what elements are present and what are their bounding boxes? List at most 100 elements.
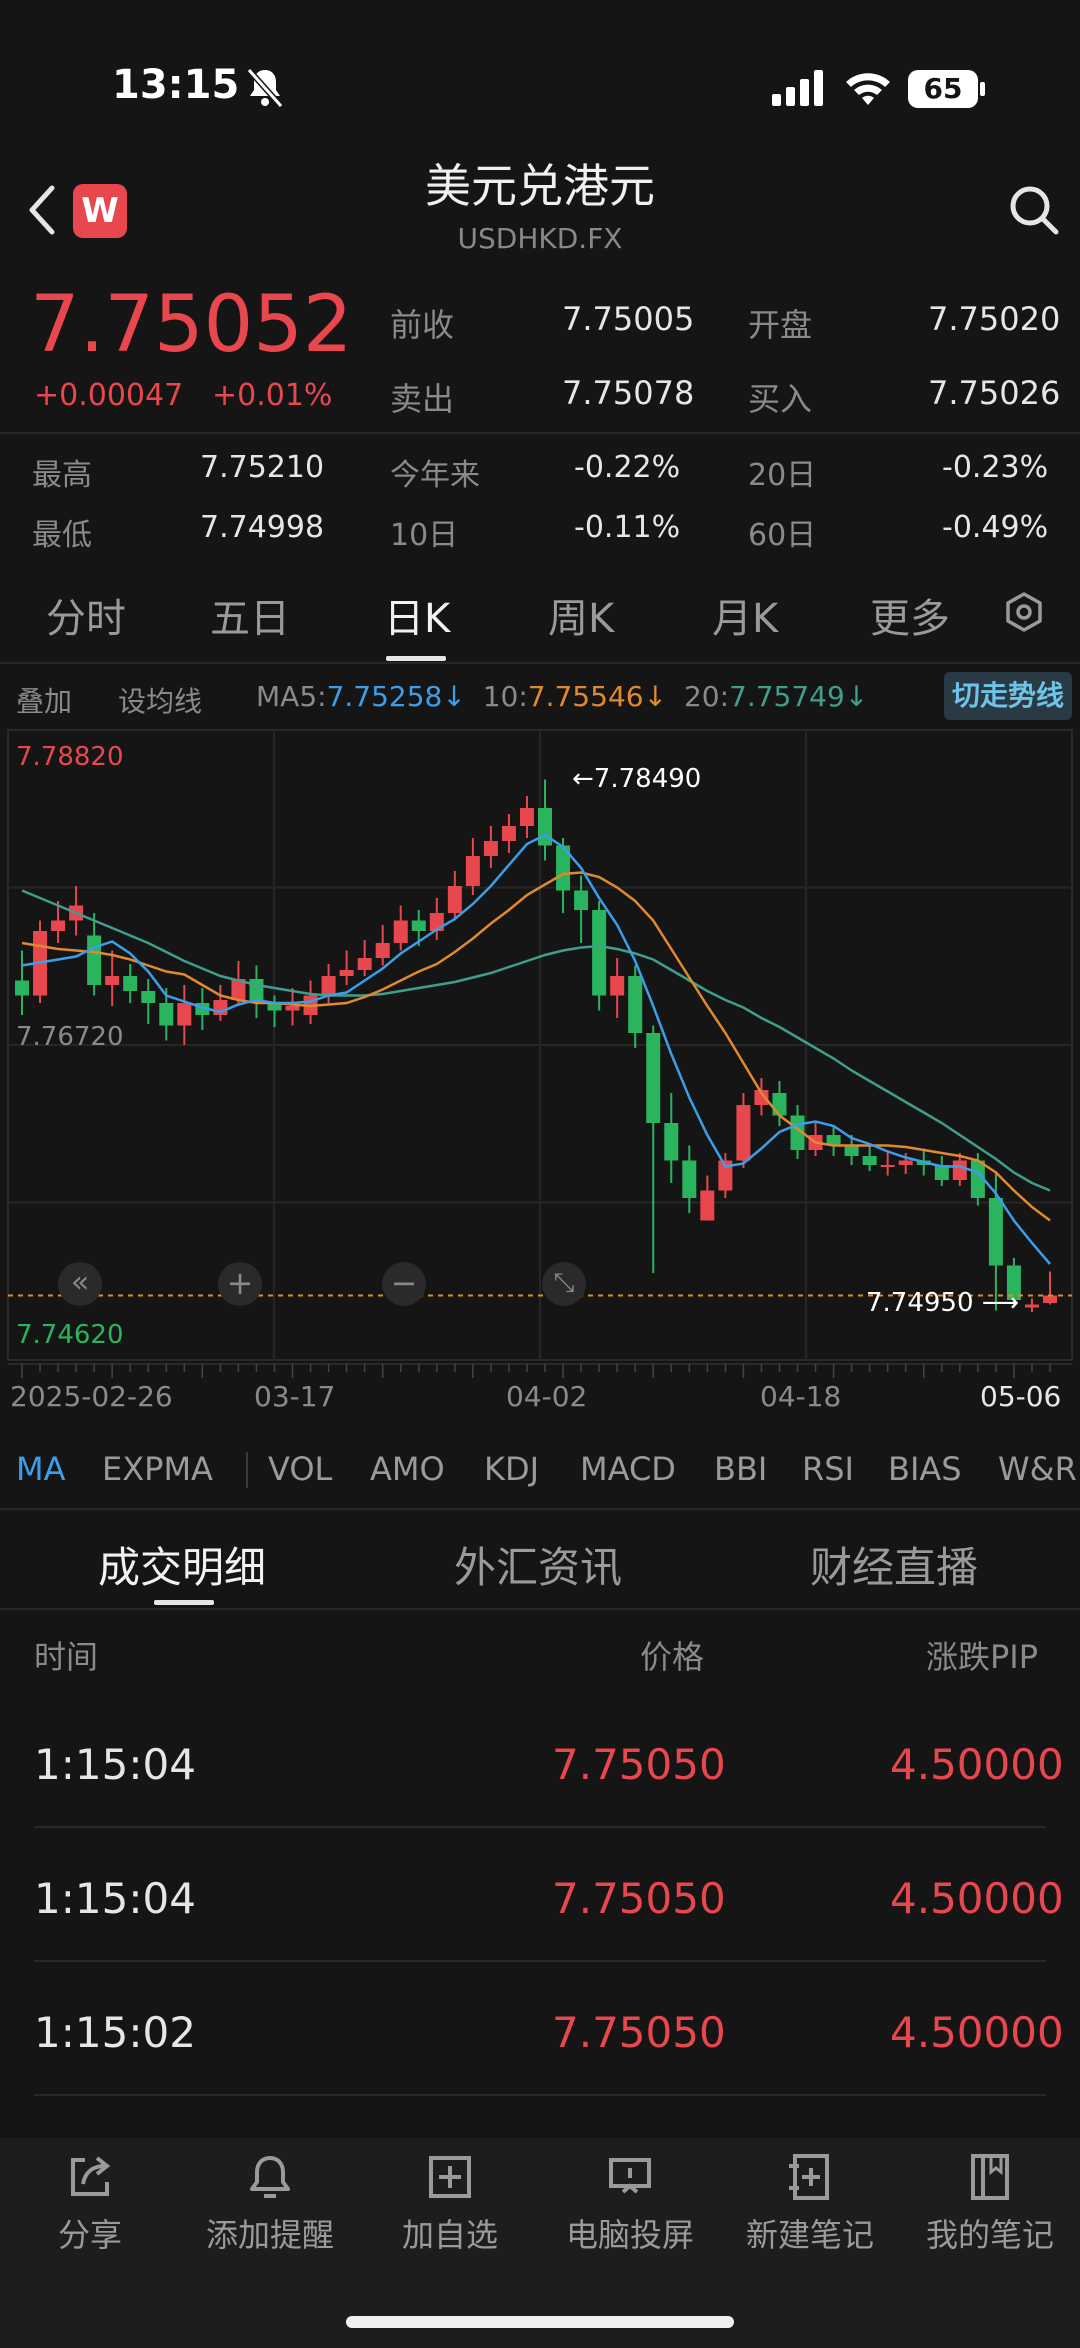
open-value: 7.75020 [928,300,1061,338]
search-icon[interactable] [1006,182,1062,238]
chart-settings-icon[interactable] [1002,590,1046,634]
overlay-button[interactable]: 叠加 [16,680,72,720]
candle-body [1024,1304,1039,1308]
table-row: 1:15:04 7.75050 4.50000 [0,1694,1080,1828]
cast-screen-button[interactable]: 电脑投屏 [540,2138,720,2288]
add-watchlist-label: 加自选 [401,2216,498,2254]
high-annotation: ←7.78490 [572,764,701,794]
indicator-vol[interactable]: VOL [268,1450,332,1488]
bottom-tabs-divider [0,1608,1080,1610]
indicator-macd[interactable]: MACD [580,1450,676,1488]
x-label-4: 05-06 [980,1380,1062,1413]
tab-five-day[interactable]: 五日 [210,586,290,644]
bid-label: 买入 [748,380,813,418]
tab-daily-k[interactable]: 日K [384,586,450,644]
zoom-in-button[interactable]: + [218,1262,262,1306]
candle-body [664,1123,679,1161]
ma5-line [21,833,1051,1265]
ask-label: 卖出 [390,380,455,418]
candle-body [375,943,390,958]
y-axis-bottom-label: 7.74620 [16,1320,124,1350]
high-annotation-value: 7.78490 [593,764,702,794]
indicator-rsi[interactable]: RSI [802,1450,854,1488]
tab-fx-news[interactable]: 外汇资讯 [454,1534,622,1595]
candle-body [592,910,607,996]
candle-body [51,920,66,931]
y-axis-top-label: 7.78820 [16,742,124,772]
share-icon [71,2156,111,2196]
x-label-0: 2025-02-26 [10,1380,173,1413]
candle-body [628,976,643,1033]
prev-close-label: 前收 [390,306,455,344]
row-time: 1:15:04 [34,1874,196,1923]
indicator-bias[interactable]: BIAS [888,1450,962,1488]
ytd-label: 今年来 [390,458,480,493]
indicator-amo[interactable]: AMO [370,1450,445,1488]
indicator-bbi[interactable]: BBI [714,1450,767,1488]
candle-body [772,1093,787,1116]
new-note-label: 新建笔记 [745,2216,874,2254]
low-value: 7.74998 [200,510,325,545]
tab-trade-details[interactable]: 成交明细 [98,1534,266,1595]
table-row: 1:15:04 7.75050 4.50000 [0,1828,1080,1962]
scroll-left-button[interactable]: « [58,1262,102,1306]
candle-body [15,980,29,996]
zoom-out-button[interactable]: − [382,1262,426,1306]
bottom-tab-underline [154,1600,214,1605]
my-notes-button[interactable]: 我的笔记 [900,2138,1080,2288]
candle-body [574,890,589,910]
candle-body [447,886,462,913]
candle-body [285,1006,300,1011]
candle-body [988,1198,1003,1266]
candle-body [880,1165,895,1167]
ma10-value: 7.75546↓ [527,680,668,713]
candle-body [465,856,480,886]
quote-divider [0,432,1080,434]
screen: { "status_bar": {"time": "13:15", "batte… [0,0,1080,2348]
share-button[interactable]: 分享 [0,2138,180,2288]
tab-monthly-k[interactable]: 月K [712,586,778,644]
high-label: 最高 [32,458,92,493]
switch-trend-button[interactable]: 切走势线 [944,672,1073,720]
ytd-value: -0.22% [574,450,681,485]
tab-intraday[interactable]: 分时 [46,586,126,644]
row-divider [34,2094,1046,2096]
my-notes-label: 我的笔记 [925,2216,1054,2254]
active-tab-underline [386,656,446,661]
add-alert-button[interactable]: 添加提醒 [180,2138,360,2288]
row-pip: 4.50000 [890,1740,1064,1789]
ma20-value: 7.75749↓ [729,680,869,713]
fullscreen-button[interactable]: ⤡ [542,1262,586,1306]
ma10-line [21,871,1051,1222]
indicator-kdj[interactable]: KDJ [484,1450,539,1488]
candle-body [862,1156,877,1165]
set-ma-button[interactable]: 设均线 [118,680,202,720]
candle-body [105,976,120,985]
candle-body [483,841,498,856]
tab-weekly-k[interactable]: 周K [548,586,614,644]
candle-body [844,1145,859,1156]
new-note-button[interactable]: 新建笔记 [720,2138,900,2288]
last-annotation: 7.74950 ⟶ [866,1288,1019,1318]
indicator-wr[interactable]: W&R [998,1450,1077,1488]
new-note-icon [789,2154,829,2200]
candle-body [501,826,516,841]
high-arrow: ← [572,764,594,794]
candle-body [141,991,156,1003]
open-label: 开盘 [748,306,813,344]
cast-screen-label: 电脑投屏 [565,2216,694,2254]
tabs-divider [0,662,1080,664]
row-time: 1:15:02 [34,2008,196,2057]
indicator-ma[interactable]: MA [16,1450,66,1488]
add-watchlist-button[interactable]: 加自选 [360,2138,540,2288]
wifi-icon [846,73,890,105]
silent-bell-icon [246,68,284,108]
indicator-expma[interactable]: EXPMA [102,1450,213,1488]
bid-value: 7.75026 [928,374,1061,412]
d60-label: 60日 [748,518,817,553]
current-price: 7.75052 [30,280,353,370]
candle-body [393,920,408,943]
ma20-label: 20: [683,680,729,713]
tab-finance-live[interactable]: 财经直播 [810,1534,978,1595]
tab-more[interactable]: 更多 [870,586,950,644]
